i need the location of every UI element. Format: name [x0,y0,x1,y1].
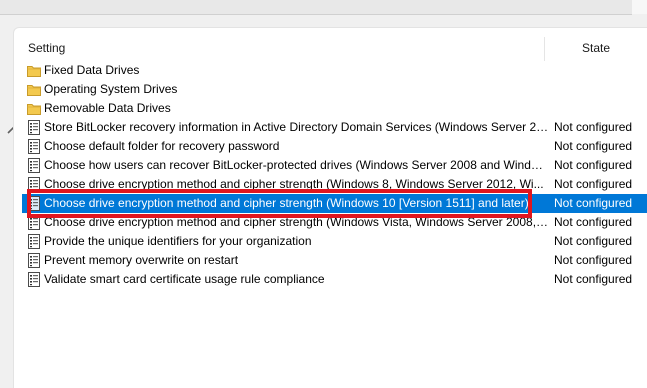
policy-setting-icon [27,272,41,287]
policy-setting-icon [27,253,41,268]
row-state: Not configured [554,215,633,229]
row-label: Store BitLocker recovery information in … [44,120,549,134]
policy-setting-icon [27,158,41,173]
row-label: Choose drive encryption method and ciphe… [44,215,549,229]
policy-setting-icon [27,139,41,154]
policy-setting-row[interactable]: Choose how users can recover BitLocker-p… [22,156,647,175]
row-label: Removable Data Drives [44,101,171,115]
row-label: Choose how users can recover BitLocker-p… [44,158,549,172]
scrollbar-corner [632,0,647,14]
policy-setting-icon [27,177,41,192]
folder-icon [27,82,41,97]
row-label: Provide the unique identifiers for your … [44,234,312,248]
row-label: Choose drive encryption method and ciphe… [44,177,544,191]
folder-row[interactable]: Operating System Drives [22,80,647,99]
top-bar [0,0,647,20]
row-state: Not configured [554,196,633,210]
column-header-state[interactable]: State [582,41,610,55]
column-header-setting[interactable]: Setting [28,41,65,55]
policy-setting-icon [27,196,41,211]
row-label: Choose default folder for recovery passw… [44,139,280,153]
policy-setting-row[interactable]: Choose drive encryption method and ciphe… [22,175,647,194]
folder-icon [27,101,41,116]
policy-setting-icon [27,234,41,249]
row-state: Not configured [554,253,633,267]
row-label: Prevent memory overwrite on restart [44,253,239,267]
column-divider[interactable] [544,37,545,61]
policy-setting-row[interactable]: Choose drive encryption method and ciphe… [22,213,647,232]
policy-setting-row[interactable]: Store BitLocker recovery information in … [22,118,647,137]
horizontal-scrollbar[interactable] [0,0,632,15]
policy-setting-icon [27,215,41,230]
row-state: Not configured [554,272,633,286]
row-state: Not configured [554,120,633,134]
policy-setting-row[interactable]: Provide the unique identifiers for your … [22,232,647,251]
row-state: Not configured [554,234,633,248]
row-label: Validate smart card certificate usage ru… [44,272,325,286]
folder-row[interactable]: Fixed Data Drives [22,61,647,80]
policy-setting-row[interactable]: Prevent memory overwrite on restart Not c… [22,251,647,270]
policy-setting-row[interactable]: Choose default folder for recovery passw… [22,137,647,156]
row-state: Not configured [554,139,633,153]
policy-setting-icon [27,120,41,135]
row-label: Operating System Drives [44,82,178,96]
folder-row[interactable]: Removable Data Drives [22,99,647,118]
policy-setting-row[interactable]: Choose drive encryption method and ciphe… [22,194,647,213]
folder-icon [27,63,41,78]
row-state: Not configured [554,177,633,191]
row-state: Not configured [554,158,633,172]
row-label: Choose drive encryption method and ciphe… [44,196,529,210]
list-header: Setting State [13,37,647,61]
policy-setting-row[interactable]: Validate smart card certificate usage ru… [22,270,647,289]
row-label: Fixed Data Drives [44,63,140,77]
